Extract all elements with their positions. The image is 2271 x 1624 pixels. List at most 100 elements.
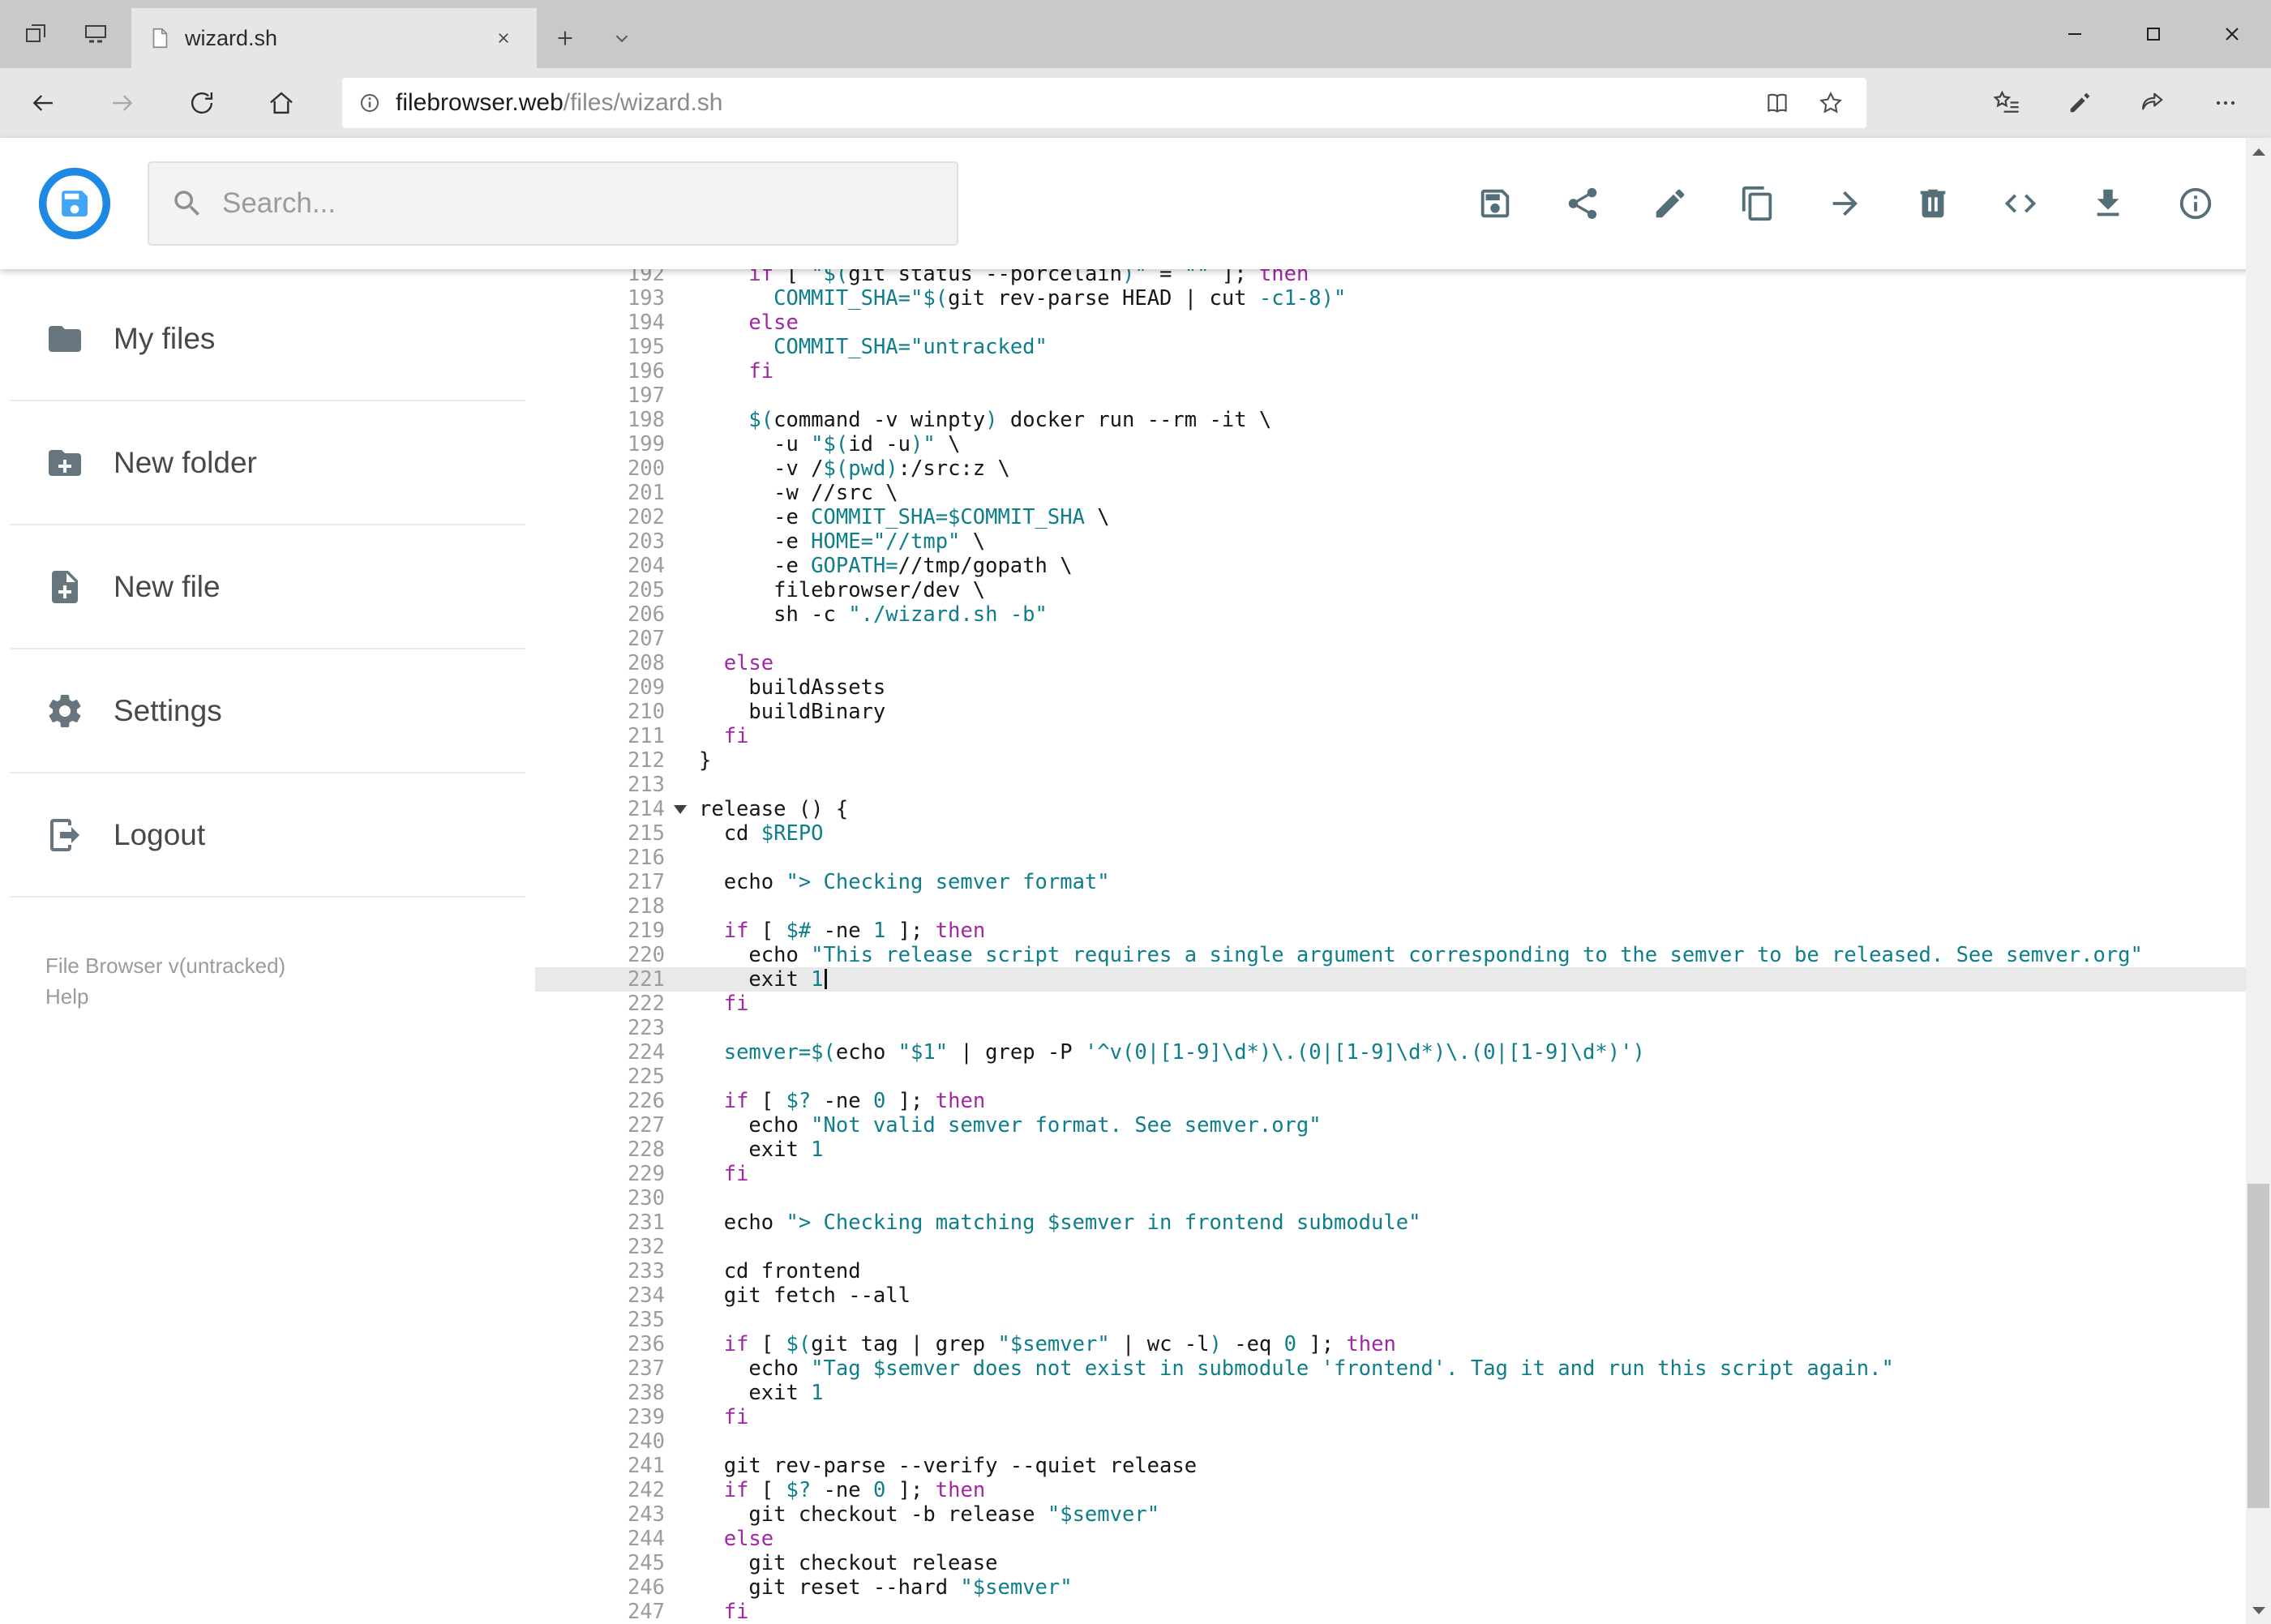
code-line[interactable]: 236 if [ $(git tag | grep "$semver" | wc… xyxy=(535,1332,2271,1356)
web-note-icon[interactable] xyxy=(2054,77,2106,129)
fold-marker-icon[interactable] xyxy=(665,797,699,821)
code-line[interactable]: 222 fi xyxy=(535,992,2271,1016)
code-line[interactable]: 242 if [ $? -ne 0 ]; then xyxy=(535,1478,2271,1502)
code-line[interactable]: 234 git fetch --all xyxy=(535,1283,2271,1308)
code-line[interactable]: 219 if [ $# -ne 1 ]; then xyxy=(535,919,2271,943)
code-line[interactable]: 211 fi xyxy=(535,724,2271,748)
code-line[interactable]: 205 filebrowser/dev \ xyxy=(535,578,2271,602)
code-line[interactable]: 231 echo "> Checking matching $semver in… xyxy=(535,1211,2271,1235)
code-line[interactable]: 228 exit 1 xyxy=(535,1138,2271,1162)
search-box[interactable] xyxy=(148,161,958,246)
code-line[interactable]: 230 xyxy=(535,1186,2271,1211)
code-line[interactable]: 196 fi xyxy=(535,359,2271,384)
sidebar-item-my-files[interactable]: My files xyxy=(10,277,525,401)
home-button[interactable] xyxy=(253,75,310,131)
code-line[interactable]: 244 else xyxy=(535,1527,2271,1551)
code-line[interactable]: 217 echo "> Checking semver format" xyxy=(535,870,2271,894)
close-button[interactable] xyxy=(2192,0,2271,68)
code-line[interactable]: 207 xyxy=(535,627,2271,651)
move-button[interactable] xyxy=(1810,169,1880,238)
tabs-aside-icon[interactable] xyxy=(11,11,60,57)
sidebar-item-logout[interactable]: Logout xyxy=(10,773,525,898)
share-page-icon[interactable] xyxy=(2127,77,2179,129)
code-line[interactable]: 232 xyxy=(535,1235,2271,1259)
search-input[interactable] xyxy=(222,187,936,220)
code-line[interactable]: 203 -e HOME="//tmp" \ xyxy=(535,529,2271,554)
save-button[interactable] xyxy=(1460,169,1530,238)
site-info-icon[interactable] xyxy=(357,90,383,116)
code-line[interactable]: 233 cd frontend xyxy=(535,1259,2271,1283)
minimize-button[interactable] xyxy=(2035,0,2114,68)
code-line[interactable]: 221 exit 1 xyxy=(535,967,2271,992)
code-line[interactable]: 208 else xyxy=(535,651,2271,675)
code-line[interactable]: 195 COMMIT_SHA="untracked" xyxy=(535,335,2271,359)
code-line[interactable]: 216 xyxy=(535,846,2271,870)
sidebar-item-settings[interactable]: Settings xyxy=(10,649,525,773)
share-button[interactable] xyxy=(1548,169,1618,238)
info-button[interactable] xyxy=(2161,169,2230,238)
more-menu-icon[interactable] xyxy=(2200,77,2252,129)
code-line[interactable]: 192 if [ "$(git status --porcelain)" = "… xyxy=(535,269,2271,286)
help-link[interactable]: Help xyxy=(45,982,535,1013)
sidebar-item-new-folder[interactable]: New folder xyxy=(10,401,525,525)
reading-view-icon[interactable] xyxy=(1756,82,1798,124)
code-line[interactable]: 197 xyxy=(535,384,2271,408)
delete-button[interactable] xyxy=(1898,169,1968,238)
filebrowser-logo[interactable] xyxy=(37,166,112,241)
code-line[interactable]: 193 COMMIT_SHA="$(git rev-parse HEAD | c… xyxy=(535,286,2271,311)
code-line[interactable]: 240 xyxy=(535,1429,2271,1454)
tab-preview-chevron-icon[interactable] xyxy=(593,8,650,68)
code-line[interactable]: 229 fi xyxy=(535,1162,2271,1186)
code-line[interactable]: 239 fi xyxy=(535,1405,2271,1429)
code-line[interactable]: 201 -w //src \ xyxy=(535,481,2271,505)
code-line[interactable]: 246 git reset --hard "$semver" xyxy=(535,1575,2271,1600)
rename-button[interactable] xyxy=(1635,169,1705,238)
code-line[interactable]: 213 xyxy=(535,773,2271,797)
code-line[interactable]: 237 echo "Tag $semver does not exist in … xyxy=(535,1356,2271,1381)
code-line[interactable]: 220 echo "This release script requires a… xyxy=(535,943,2271,967)
code-line[interactable]: 206 sh -c "./wizard.sh -b" xyxy=(535,602,2271,627)
sidebar-item-new-file[interactable]: New file xyxy=(10,525,525,649)
browser-tab[interactable]: wizard.sh xyxy=(131,8,537,68)
code-line[interactable]: 224 semver=$(echo "$1" | grep -P '^v(0|[… xyxy=(535,1040,2271,1065)
code-editor[interactable]: 192 if [ "$(git status --porcelain)" = "… xyxy=(535,269,2271,1624)
code-line[interactable]: 225 xyxy=(535,1065,2271,1089)
scroll-up-icon[interactable] xyxy=(2246,138,2271,165)
tab-close-icon[interactable] xyxy=(486,21,521,55)
add-favorite-star-icon[interactable] xyxy=(1810,82,1852,124)
new-tab-button[interactable] xyxy=(537,8,593,68)
scroll-down-icon[interactable] xyxy=(2246,1596,2271,1624)
back-button[interactable] xyxy=(15,75,71,131)
maximize-button[interactable] xyxy=(2114,0,2192,68)
code-line[interactable]: 247 fi xyxy=(535,1600,2271,1624)
code-line[interactable]: 200 -v /$(pwd):/src:z \ xyxy=(535,456,2271,481)
code-line[interactable]: 198 $(command -v winpty) docker run --rm… xyxy=(535,408,2271,432)
copy-button[interactable] xyxy=(1723,169,1793,238)
code-line[interactable]: 199 -u "$(id -u)" \ xyxy=(535,432,2271,456)
url-bar[interactable]: filebrowser.web/files/wizard.sh xyxy=(342,78,1866,128)
code-line[interactable]: 215 cd $REPO xyxy=(535,821,2271,846)
code-line[interactable]: 214 release () { xyxy=(535,797,2271,821)
code-line[interactable]: 204 -e GOPATH=//tmp/gopath \ xyxy=(535,554,2271,578)
download-button[interactable] xyxy=(2073,169,2143,238)
code-line[interactable]: 209 buildAssets xyxy=(535,675,2271,700)
code-line[interactable]: 223 xyxy=(535,1016,2271,1040)
code-line[interactable]: 227 echo "Not valid semver format. See s… xyxy=(535,1113,2271,1138)
code-line[interactable]: 226 if [ $? -ne 0 ]; then xyxy=(535,1089,2271,1113)
forward-button[interactable] xyxy=(94,75,151,131)
code-line[interactable]: 241 git rev-parse --verify --quiet relea… xyxy=(535,1454,2271,1478)
page-scrollbar[interactable] xyxy=(2246,138,2271,1624)
raw-button[interactable] xyxy=(1986,169,2055,238)
hub-favorites-icon[interactable] xyxy=(1981,77,2033,129)
code-line[interactable]: 212} xyxy=(535,748,2271,773)
refresh-button[interactable] xyxy=(174,75,230,131)
code-line[interactable]: 235 xyxy=(535,1308,2271,1332)
code-line[interactable]: 202 -e COMMIT_SHA=$COMMIT_SHA \ xyxy=(535,505,2271,529)
code-line[interactable]: 243 git checkout -b release "$semver" xyxy=(535,1502,2271,1527)
tab-preview-icon[interactable] xyxy=(71,11,120,57)
code-line[interactable]: 194 else xyxy=(535,311,2271,335)
code-line[interactable]: 210 buildBinary xyxy=(535,700,2271,724)
code-line[interactable]: 245 git checkout release xyxy=(535,1551,2271,1575)
code-line[interactable]: 218 xyxy=(535,894,2271,919)
scrollbar-thumb[interactable] xyxy=(2247,1184,2269,1508)
